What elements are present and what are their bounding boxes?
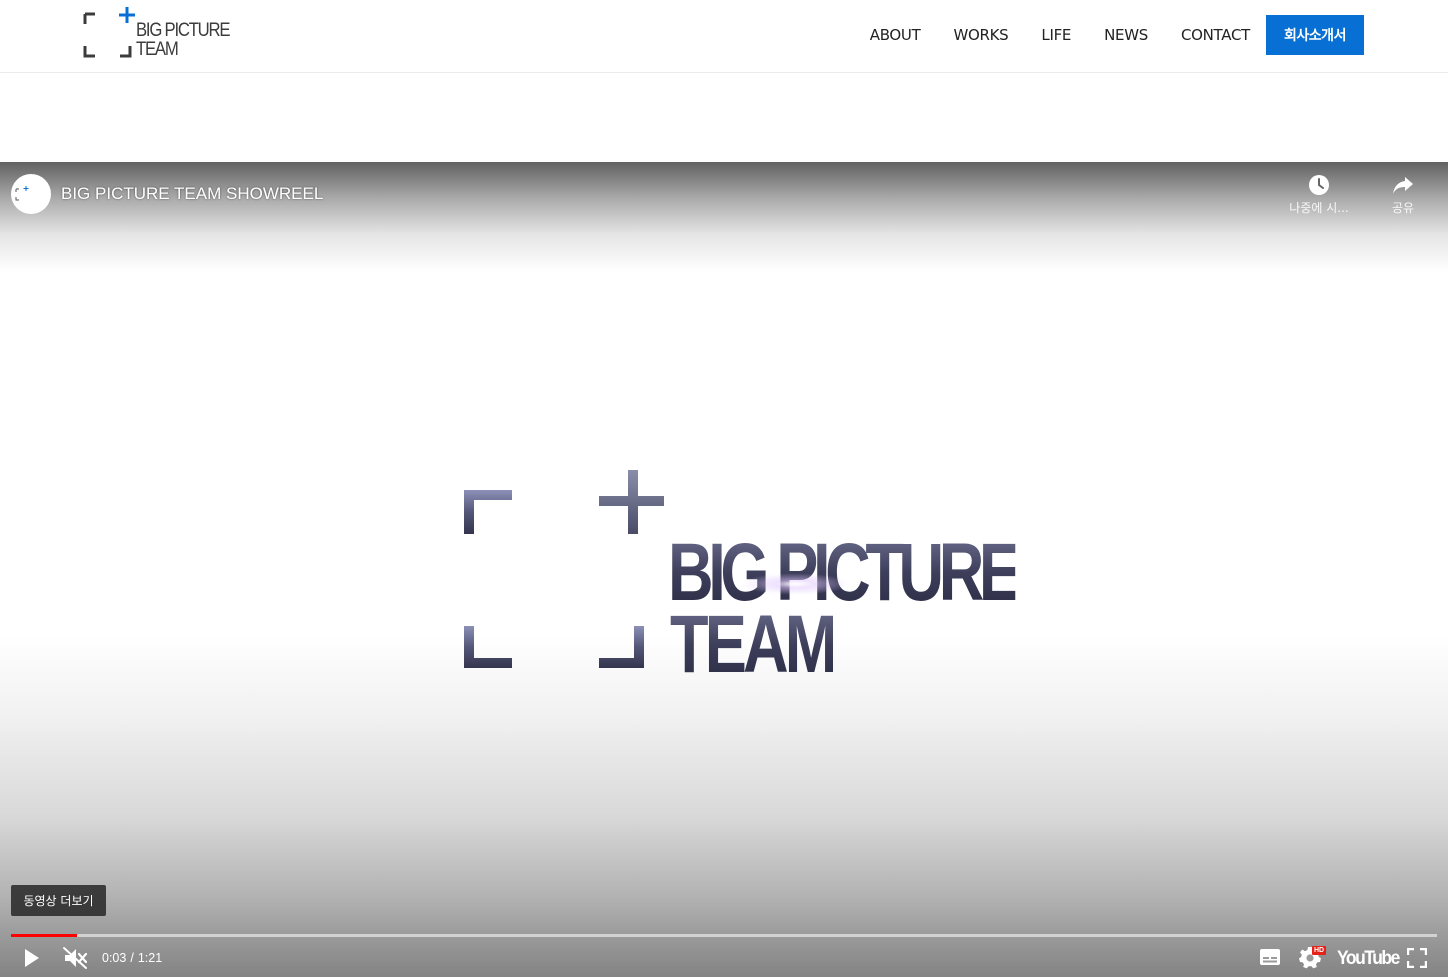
share-label: 공유 [1391, 201, 1415, 215]
time-separator: / [130, 951, 134, 965]
player-controls: 0:03/1:21 HD YouTube [0, 940, 1448, 977]
frame-plus-icon [83, 7, 135, 58]
video-frame-logo: BIG PICTURE TEAM [462, 468, 1021, 686]
more-videos-button[interactable]: 동영상 더보기 [11, 885, 106, 916]
main-nav: ABOUT WORKS LIFE NEWS CONTACT 회사소개서 [870, 15, 1364, 55]
youtube-logo[interactable]: YouTube [1337, 948, 1400, 970]
watch-later-label: 나중에 시... [1289, 201, 1349, 215]
video-player[interactable]: BIG PICTURE TEAM BIG PICTURE TEAM SHOWRE… [0, 162, 1448, 977]
play-button[interactable] [20, 947, 42, 969]
progress-bar[interactable] [11, 934, 1437, 937]
current-time: 0:03 [102, 951, 127, 965]
time-display: 0:03/1:21 [102, 951, 162, 965]
nav-link-works[interactable]: WORKS [953, 26, 1008, 44]
channel-avatar[interactable] [11, 174, 51, 214]
progress-played [11, 934, 77, 937]
frame-plus-icon [464, 470, 664, 668]
logo-wordmark: BIG PICTURE TEAM [136, 20, 231, 60]
top-gradient-overlay [0, 162, 1448, 272]
nav-link-about[interactable]: ABOUT [870, 26, 921, 44]
video-logo-line-2: TEAM [670, 599, 837, 690]
fullscreen-button[interactable] [1407, 948, 1427, 968]
share-button[interactable]: 공유 [1363, 174, 1443, 216]
play-icon [25, 949, 39, 967]
fullscreen-icon [1407, 948, 1427, 968]
channel-logo-icon [15, 186, 29, 201]
video-duration: 1:21 [137, 951, 163, 965]
subtitles-button[interactable] [1259, 948, 1281, 966]
watch-later-button[interactable]: 나중에 시... [1279, 174, 1359, 216]
site-header: BIG PICTURE TEAM ABOUT WORKS LIFE NEWS C… [0, 0, 1448, 73]
nav-link-news[interactable]: NEWS [1104, 26, 1148, 44]
clock-icon [1309, 175, 1329, 195]
site-logo[interactable]: BIG PICTURE TEAM [82, 6, 231, 62]
company-brochure-button[interactable]: 회사소개서 [1266, 15, 1364, 55]
nav-link-life[interactable]: LIFE [1041, 26, 1071, 44]
share-arrow-icon [1393, 177, 1413, 194]
nav-link-contact[interactable]: CONTACT [1181, 26, 1250, 44]
subtitles-icon [1260, 949, 1280, 965]
logo-line-2: TEAM [136, 39, 179, 60]
logo-line-1: BIG PICTURE [136, 20, 231, 41]
hd-badge: HD [1312, 946, 1327, 955]
video-title[interactable]: BIG PICTURE TEAM SHOWREEL [61, 184, 323, 204]
mute-button[interactable] [62, 946, 88, 970]
muted-speaker-icon [63, 947, 88, 969]
